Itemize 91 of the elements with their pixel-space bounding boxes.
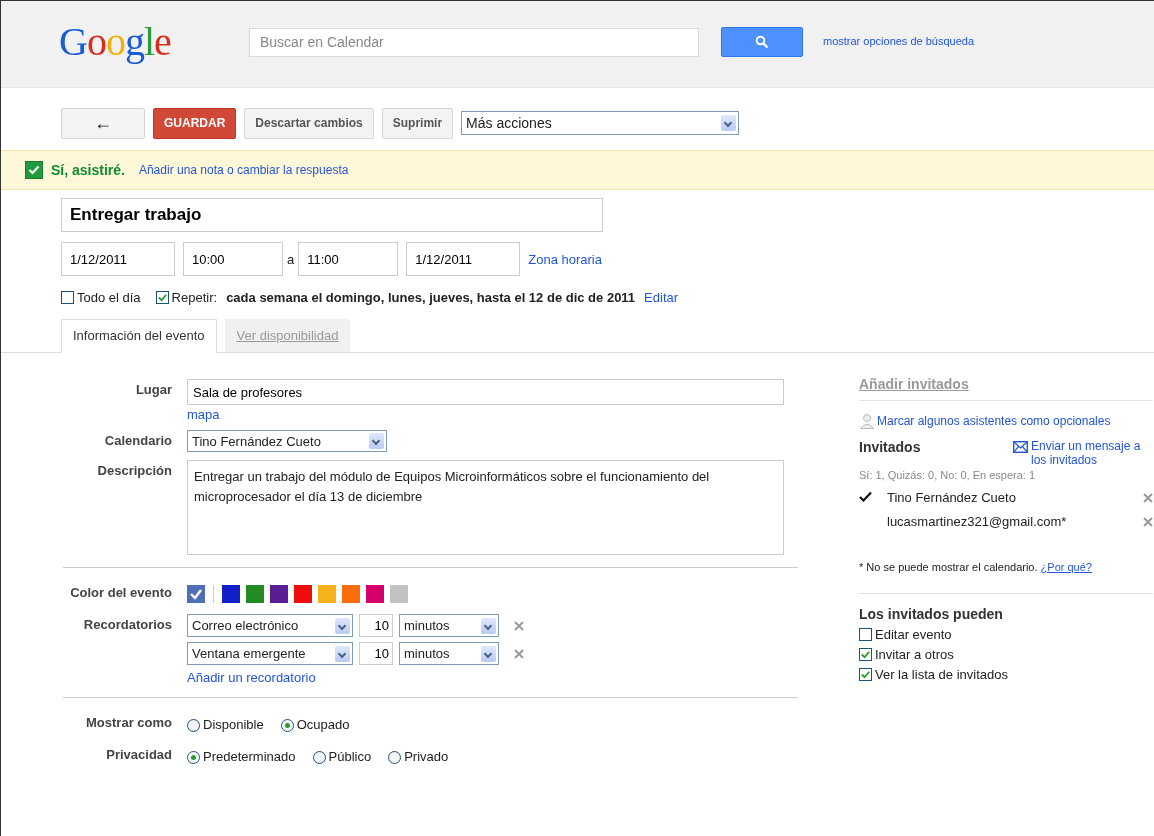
color-swatch[interactable] xyxy=(390,585,408,603)
start-time-field[interactable]: 10:00 xyxy=(183,242,283,276)
envelope-icon xyxy=(1013,441,1028,453)
color-swatch[interactable] xyxy=(342,585,360,603)
edit-link[interactable]: Editar xyxy=(644,290,679,305)
repeat-summary: cada semana el domingo, lunes, jueves, hasta el 12 de dic de 2011 xyxy=(226,290,636,305)
radio-button[interactable] xyxy=(187,718,200,732)
color-swatch[interactable] xyxy=(294,585,312,603)
guest-name: Tino Fernández Cueto xyxy=(887,490,1017,505)
field-label: Calendario xyxy=(103,432,173,450)
save-button[interactable]: GUARDAR xyxy=(153,107,237,139)
logo: Google xyxy=(59,17,172,65)
field-label: Color del evento xyxy=(69,584,173,602)
location-field[interactable]: Sala de profesores xyxy=(187,379,784,405)
checkbox-label: Todo el día xyxy=(77,290,141,305)
color-swatch[interactable] xyxy=(246,585,264,603)
color-swatch[interactable] xyxy=(366,585,384,603)
caret-icon xyxy=(335,645,350,662)
checkbox[interactable] xyxy=(859,648,872,661)
map-link[interactable]: mapa xyxy=(187,407,784,422)
mark-optional-link[interactable]: Marcar algunos asistentes como opcionales xyxy=(877,414,1111,428)
permissions-title: Los invitados pueden xyxy=(859,606,1004,622)
color-swatch[interactable] xyxy=(318,585,336,603)
start-date-field[interactable]: 1/12/2011 xyxy=(61,242,175,276)
caret-icon xyxy=(481,645,496,662)
radio-label: Público xyxy=(328,748,372,766)
caret-icon xyxy=(721,115,737,131)
caret-icon xyxy=(369,433,384,449)
why-link[interactable]: ¿Por qué? xyxy=(1040,561,1092,573)
calendar-dropdown[interactable]: Tino Fernández Cueto xyxy=(187,430,387,452)
tab[interactable]: Información del evento xyxy=(61,319,217,353)
reminder-method-dropdown[interactable]: Correo electrónico xyxy=(187,614,353,637)
rsvp-status: Sí, asistiré. xyxy=(51,162,125,178)
field-label: Lugar xyxy=(134,381,173,399)
radio-button[interactable] xyxy=(312,750,326,764)
radio-label: Predeterminado xyxy=(203,748,296,766)
checkbox-label: Repetir: xyxy=(171,290,218,305)
caret-icon xyxy=(481,617,496,634)
toolbar-button[interactable]: Descartar cambios xyxy=(244,107,374,139)
more-actions-dropdown[interactable]: Más acciones xyxy=(461,111,740,135)
radio-button[interactable] xyxy=(280,718,294,732)
radio-button[interactable] xyxy=(187,750,200,764)
reminder-amount-field[interactable]: 10 xyxy=(359,642,393,665)
reminder-unit-dropdown[interactable]: minutos xyxy=(399,614,499,637)
radio-label: Ocupado xyxy=(296,716,350,734)
add-reminder-link[interactable]: Añadir un recordatorio xyxy=(187,670,524,685)
end-date-field[interactable]: 1/12/2011 xyxy=(406,242,521,276)
color-swatch[interactable] xyxy=(270,585,288,603)
checkbox[interactable] xyxy=(61,291,74,304)
close-icon[interactable] xyxy=(1143,492,1153,503)
change-response-link[interactable]: Añadir una nota o cambiar la respuesta xyxy=(138,163,349,177)
checkbox-label: Invitar a otros xyxy=(875,647,954,662)
checkbox[interactable] xyxy=(859,668,872,681)
message-guests-link[interactable]: Enviar un mensaje a los invitados xyxy=(1031,439,1153,467)
search-options-link[interactable]: mostrar opciones de búsqueda xyxy=(823,35,975,47)
radio-button[interactable] xyxy=(388,750,402,764)
guests-title: Invitados xyxy=(859,439,921,457)
field-label: Mostrar como xyxy=(85,714,173,732)
reminder-amount-field[interactable]: 10 xyxy=(359,614,393,637)
radio-label: Disponible xyxy=(203,716,264,734)
close-icon[interactable] xyxy=(1143,516,1153,527)
checkbox[interactable] xyxy=(155,291,169,304)
color-swatch[interactable] xyxy=(187,585,205,603)
back-button[interactable]: ← xyxy=(61,107,145,139)
checkbox[interactable] xyxy=(859,628,872,641)
close-icon[interactable] xyxy=(514,620,524,631)
field-label: Descripción xyxy=(96,462,173,480)
radio-label: Privado xyxy=(404,748,449,766)
field-label: Privacidad xyxy=(105,746,173,764)
reminder-method-dropdown[interactable]: Ventana emergente xyxy=(187,642,353,665)
calendar-note: * No se puede mostrar el calendario. xyxy=(859,561,1038,573)
timezone-link[interactable]: Zona horaria xyxy=(528,251,602,267)
end-time-field[interactable]: 11:00 xyxy=(298,242,399,276)
color-swatch[interactable] xyxy=(222,585,240,603)
search-icon xyxy=(755,35,769,49)
field-label: Recordatorios xyxy=(82,616,173,634)
caret-icon xyxy=(335,617,350,634)
event-title-field[interactable]: Entregar trabajo xyxy=(61,198,603,232)
description-field[interactable]: Entregar un trabajo del módulo de Equipos Microinformáticos sobre el funcionamiento del microprocesador el día 13 de diciembre xyxy=(187,460,784,555)
guest-name: lucasmartinez321@gmail.com* xyxy=(887,514,1068,529)
search-field[interactable]: Buscar en Calendar xyxy=(249,27,699,57)
checkbox[interactable] xyxy=(25,161,43,179)
checkbox-label: Editar evento xyxy=(875,627,952,642)
guest-summary: Sí: 1, Quizás: 0, No: 0, En espera: 1 xyxy=(859,469,1037,481)
separator-text: a xyxy=(287,251,295,267)
search-button[interactable] xyxy=(721,27,803,57)
toolbar-button[interactable]: Suprimir xyxy=(381,107,454,139)
close-icon[interactable] xyxy=(514,648,524,659)
reminder-unit-dropdown[interactable]: minutos xyxy=(399,642,499,665)
person-icon xyxy=(859,413,875,429)
checkbox-label: Ver la lista de invitados xyxy=(875,667,1008,682)
